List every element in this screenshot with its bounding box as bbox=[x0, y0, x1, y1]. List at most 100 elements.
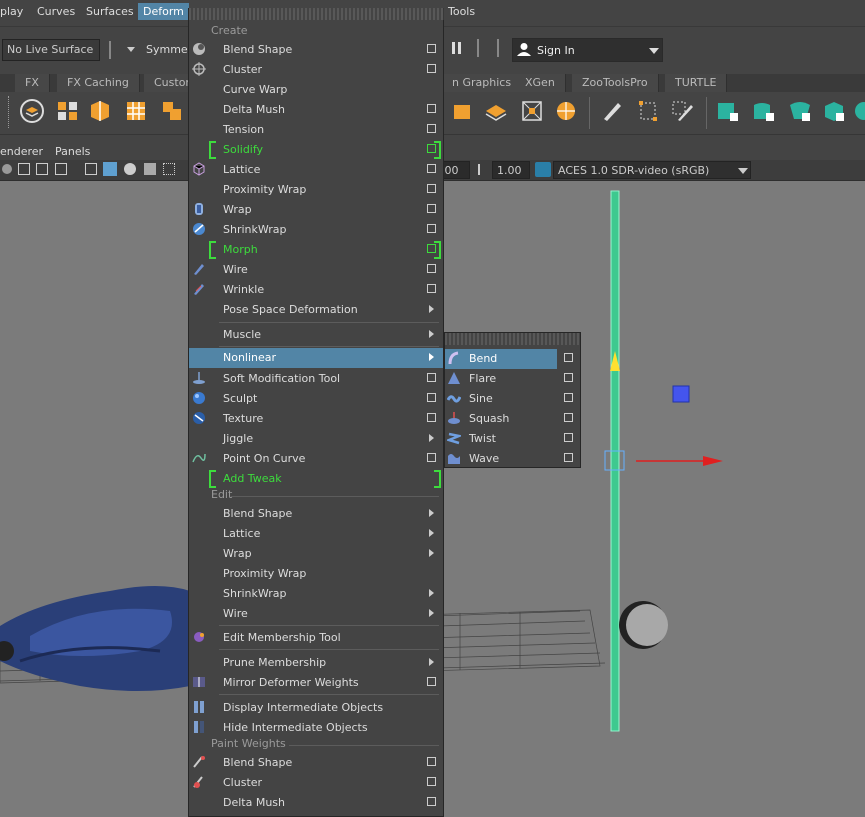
option-box[interactable] bbox=[564, 453, 573, 462]
menu-item-wrap[interactable]: Wrap bbox=[189, 200, 443, 220]
menu-tools[interactable]: Tools bbox=[448, 5, 475, 18]
green-cube-icon[interactable] bbox=[716, 99, 740, 123]
multi-cube-icon[interactable] bbox=[88, 99, 112, 123]
wireframe-icon[interactable] bbox=[85, 163, 97, 175]
camera-icon[interactable] bbox=[2, 164, 12, 174]
menu-item-soft-modification-tool[interactable]: Soft Modification Tool bbox=[189, 369, 443, 389]
xray-icon[interactable] bbox=[163, 163, 175, 175]
menu-item-cluster[interactable]: Cluster bbox=[189, 60, 443, 80]
menu-item-blend-shape[interactable]: Blend Shape bbox=[189, 40, 443, 60]
option-box[interactable] bbox=[427, 413, 436, 422]
cubes-icon[interactable] bbox=[56, 99, 80, 123]
shelf-grip[interactable] bbox=[8, 96, 13, 128]
gamma-icon[interactable] bbox=[478, 164, 490, 175]
pencil-icon[interactable] bbox=[600, 99, 624, 123]
menu-item-edit-blend-shape[interactable]: Blend Shape bbox=[189, 504, 443, 524]
pause-icon[interactable] bbox=[452, 42, 455, 54]
shaded-wire-icon[interactable] bbox=[124, 163, 136, 175]
option-box[interactable] bbox=[427, 164, 436, 173]
layers-icon[interactable] bbox=[20, 99, 44, 123]
submenu-item-wave[interactable]: Wave bbox=[445, 449, 580, 469]
tab-xgen[interactable]: XGen bbox=[515, 74, 566, 92]
menu-panels[interactable]: Panels bbox=[55, 145, 90, 158]
submenu-item-twist[interactable]: Twist bbox=[445, 429, 580, 449]
option-box[interactable] bbox=[427, 224, 436, 233]
menu-item-edit-lattice[interactable]: Lattice bbox=[189, 524, 443, 544]
menu-curves[interactable]: Curves bbox=[37, 5, 75, 18]
menu-surfaces[interactable]: Surfaces bbox=[86, 5, 134, 18]
menu-item-wire[interactable]: Wire bbox=[189, 260, 443, 280]
option-box[interactable] bbox=[427, 284, 436, 293]
tab-turtle[interactable]: TURTLE bbox=[665, 74, 728, 92]
bevel-icon[interactable] bbox=[484, 99, 508, 123]
menu-item-sculpt[interactable]: Sculpt bbox=[189, 389, 443, 409]
menu-item-nonlinear[interactable]: Nonlinear bbox=[189, 348, 443, 368]
extrude-icon[interactable] bbox=[450, 99, 474, 123]
menu-display[interactable]: play bbox=[0, 5, 23, 18]
green-curve-icon[interactable] bbox=[752, 99, 776, 123]
colorspace-dropdown[interactable]: ACES 1.0 SDR-video (sRGB) bbox=[553, 161, 751, 179]
menu-item-edit-shrinkwrap[interactable]: ShrinkWrap bbox=[189, 584, 443, 604]
film-gate-icon[interactable] bbox=[36, 163, 48, 175]
tab-zootoolspro[interactable]: ZooToolsPro bbox=[572, 74, 659, 92]
menu-item-prune-membership[interactable]: Prune Membership bbox=[189, 653, 443, 673]
menu-item-paint-blend-shape[interactable]: Blend Shape bbox=[189, 753, 443, 773]
menu-item-pose-space-deformation[interactable]: Pose Space Deformation bbox=[189, 300, 443, 320]
menu-item-edit-wrap[interactable]: Wrap bbox=[189, 544, 443, 564]
menu-renderer[interactable]: enderer bbox=[0, 145, 43, 158]
menu-item-point-on-curve[interactable]: Point On Curve bbox=[189, 449, 443, 469]
menu-item-display-intermediate-objects[interactable]: Display Intermediate Objects bbox=[189, 698, 443, 718]
menu-item-paint-cluster[interactable]: Cluster bbox=[189, 773, 443, 793]
menu-item-paint-delta-mush[interactable]: Delta Mush bbox=[189, 793, 443, 813]
menu-item-curve-warp[interactable]: Curve Warp bbox=[189, 80, 443, 100]
gamma-field[interactable]: 1.00 bbox=[492, 161, 530, 179]
submenu-item-squash[interactable]: Squash bbox=[445, 409, 580, 429]
resolution-gate-icon[interactable] bbox=[55, 163, 67, 175]
menu-deform[interactable]: Deform bbox=[138, 3, 189, 20]
option-box[interactable] bbox=[564, 373, 573, 382]
grid-icon[interactable] bbox=[124, 99, 148, 123]
menu-item-lattice[interactable]: Lattice bbox=[189, 160, 443, 180]
bounding-box-icon[interactable] bbox=[636, 99, 660, 123]
menu-item-proximity-wrap[interactable]: Proximity Wrap bbox=[189, 180, 443, 200]
option-box[interactable] bbox=[427, 44, 436, 53]
menu-item-edit-proximity-wrap[interactable]: Proximity Wrap bbox=[189, 564, 443, 584]
live-surface-field[interactable]: No Live Surface bbox=[2, 39, 100, 61]
tear-off-handle[interactable] bbox=[189, 8, 444, 20]
submenu-item-flare[interactable]: Flare bbox=[445, 369, 580, 389]
option-box[interactable] bbox=[427, 797, 436, 806]
menu-item-hide-intermediate-objects[interactable]: Hide Intermediate Objects bbox=[189, 718, 443, 738]
menu-item-tension[interactable]: Tension bbox=[189, 120, 443, 140]
option-box[interactable] bbox=[427, 757, 436, 766]
menu-item-morph[interactable]: Morph bbox=[189, 240, 443, 260]
option-box[interactable] bbox=[427, 453, 436, 462]
bridge-icon[interactable] bbox=[520, 99, 544, 123]
option-box[interactable] bbox=[427, 184, 436, 193]
option-box[interactable] bbox=[427, 777, 436, 786]
tab-motion-graphics[interactable]: n Graphics bbox=[442, 74, 523, 92]
menu-item-delta-mush[interactable]: Delta Mush bbox=[189, 100, 443, 120]
option-box[interactable] bbox=[564, 433, 573, 442]
tab-fx-caching[interactable]: FX Caching bbox=[57, 74, 140, 92]
option-box[interactable] bbox=[427, 104, 436, 113]
combine-icon[interactable] bbox=[160, 99, 184, 123]
menu-item-edit-membership-tool[interactable]: Edit Membership Tool bbox=[189, 628, 443, 648]
submenu-item-bend[interactable]: Bend bbox=[445, 349, 557, 369]
menu-item-solidify[interactable]: Solidify bbox=[189, 140, 443, 160]
menu-item-mirror-deformer-weights[interactable]: Mirror Deformer Weights bbox=[189, 673, 443, 693]
menu-item-shrinkwrap[interactable]: ShrinkWrap bbox=[189, 220, 443, 240]
tab-fx[interactable]: FX bbox=[15, 74, 50, 92]
menu-item-texture[interactable]: Texture bbox=[189, 409, 443, 429]
green-bowl-icon[interactable] bbox=[788, 99, 812, 123]
menu-item-wrinkle[interactable]: Wrinkle bbox=[189, 280, 443, 300]
option-box[interactable] bbox=[427, 124, 436, 133]
tear-off-handle[interactable] bbox=[445, 333, 580, 345]
green-box-icon[interactable] bbox=[822, 99, 846, 123]
option-box[interactable] bbox=[427, 204, 436, 213]
submenu-item-sine[interactable]: Sine bbox=[445, 389, 580, 409]
smooth-shade-icon[interactable] bbox=[103, 162, 117, 176]
sphere-icon[interactable] bbox=[554, 99, 578, 123]
green-extra-icon[interactable] bbox=[852, 99, 865, 123]
color-management-icon[interactable] bbox=[535, 162, 551, 177]
menu-item-add-tweak[interactable]: Add Tweak bbox=[189, 469, 443, 489]
